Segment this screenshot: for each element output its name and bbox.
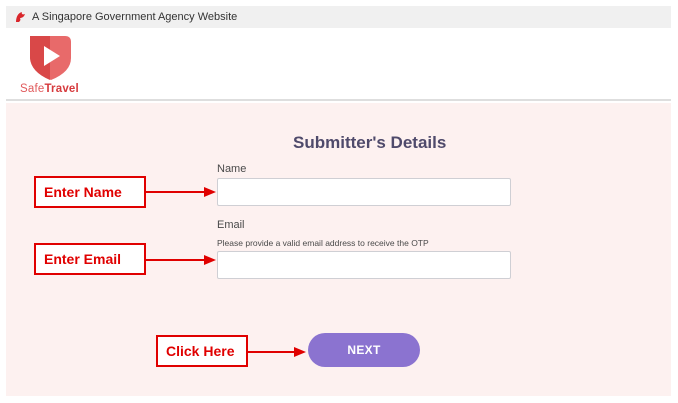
government-agency-bar: A Singapore Government Agency Website bbox=[6, 6, 671, 28]
enter-name-callout: Enter Name bbox=[34, 176, 146, 208]
logo-wordmark: SafeTravel bbox=[20, 83, 79, 95]
name-input[interactable] bbox=[217, 178, 511, 206]
government-agency-text: A Singapore Government Agency Website bbox=[32, 11, 238, 23]
safetravel-logo[interactable]: SafeTravel bbox=[20, 32, 90, 98]
safetravel-play-shield-icon bbox=[30, 36, 71, 80]
click-here-callout: Click Here bbox=[156, 335, 248, 367]
email-label: Email bbox=[217, 219, 245, 231]
form-title: Submitter's Details bbox=[293, 133, 447, 152]
click-here-arrow bbox=[248, 347, 306, 357]
page: A Singapore Government Agency Website Sa… bbox=[0, 0, 678, 403]
singapore-lion-icon bbox=[16, 12, 25, 22]
next-button[interactable]: NEXT bbox=[308, 333, 420, 367]
email-hint: Please provide a valid email address to … bbox=[217, 238, 429, 248]
name-label: Name bbox=[217, 163, 247, 175]
email-input[interactable] bbox=[217, 251, 511, 279]
site-header: SafeTravel bbox=[6, 28, 671, 101]
enter-email-callout: Enter Email bbox=[34, 243, 146, 275]
enter-name-arrow bbox=[146, 187, 216, 197]
enter-email-arrow bbox=[146, 255, 216, 265]
logo-text-travel: Travel bbox=[44, 83, 79, 95]
logo-text-safe: Safe bbox=[20, 83, 45, 95]
